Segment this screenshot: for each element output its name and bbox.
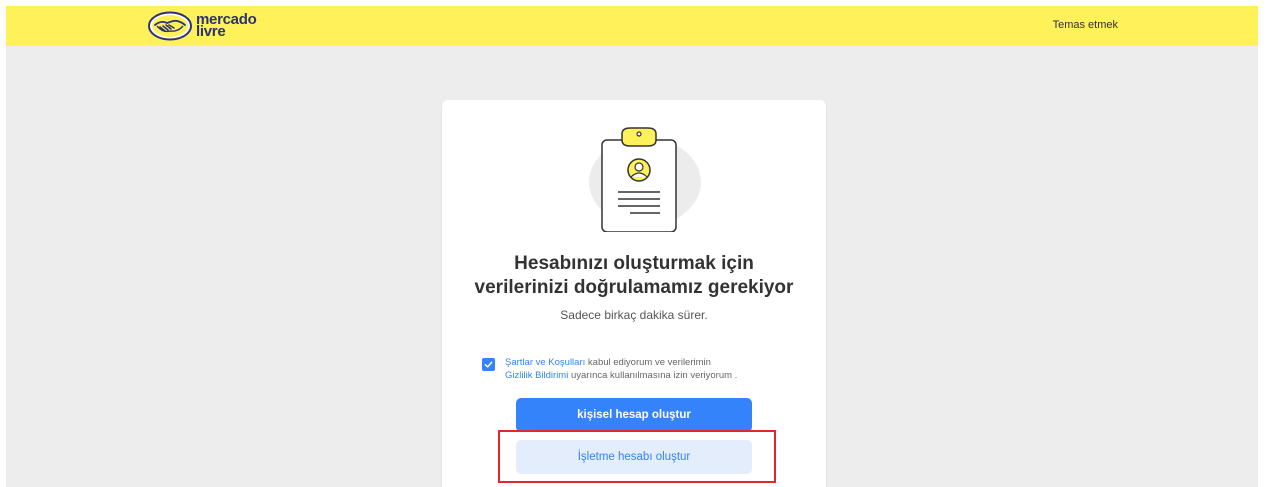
clipboard-user-icon	[560, 120, 710, 237]
contact-link[interactable]: Temas etmek	[1053, 19, 1118, 31]
terms-link[interactable]: Şartlar ve Koşulları	[505, 357, 585, 368]
browser-viewport: mercado livre Temas etmek Hesabınızı olu…	[6, 6, 1258, 487]
create-personal-account-button[interactable]: kişisel hesap oluştur	[516, 398, 752, 432]
page-subtitle: Sadece birkaç dakika sürer.	[560, 308, 708, 322]
page-title: Hesabınızı oluşturmak için verilerinizi …	[442, 252, 826, 300]
site-header: mercado livre Temas etmek	[6, 6, 1258, 46]
logo-text: mercado livre	[196, 12, 257, 39]
title-line-1: Hesabınızı oluşturmak için	[514, 253, 754, 274]
checkmark-icon	[484, 361, 493, 368]
create-business-account-button[interactable]: İşletme hesabı oluştur	[516, 440, 752, 474]
terms-checkbox[interactable]	[482, 358, 495, 371]
consent-text-part-2: uyarınca kullanılmasına izin veriyorum .	[568, 370, 738, 381]
title-line-2: verilerinizi doğrulamamız gerekiyor	[474, 277, 794, 298]
account-verification-card: Hesabınızı oluşturmak için verilerinizi …	[442, 100, 826, 487]
consent-text-part-1: kabul ediyorum ve verilerimin	[585, 357, 711, 368]
handshake-icon	[148, 11, 192, 41]
mercado-livre-logo[interactable]: mercado livre	[148, 9, 257, 43]
consent-text: Şartlar ve Koşulları kabul ediyorum ve v…	[505, 356, 737, 382]
terms-consent: Şartlar ve Koşulları kabul ediyorum ve v…	[482, 356, 802, 382]
privacy-link[interactable]: Gizlilik Bildirimi	[505, 370, 568, 381]
